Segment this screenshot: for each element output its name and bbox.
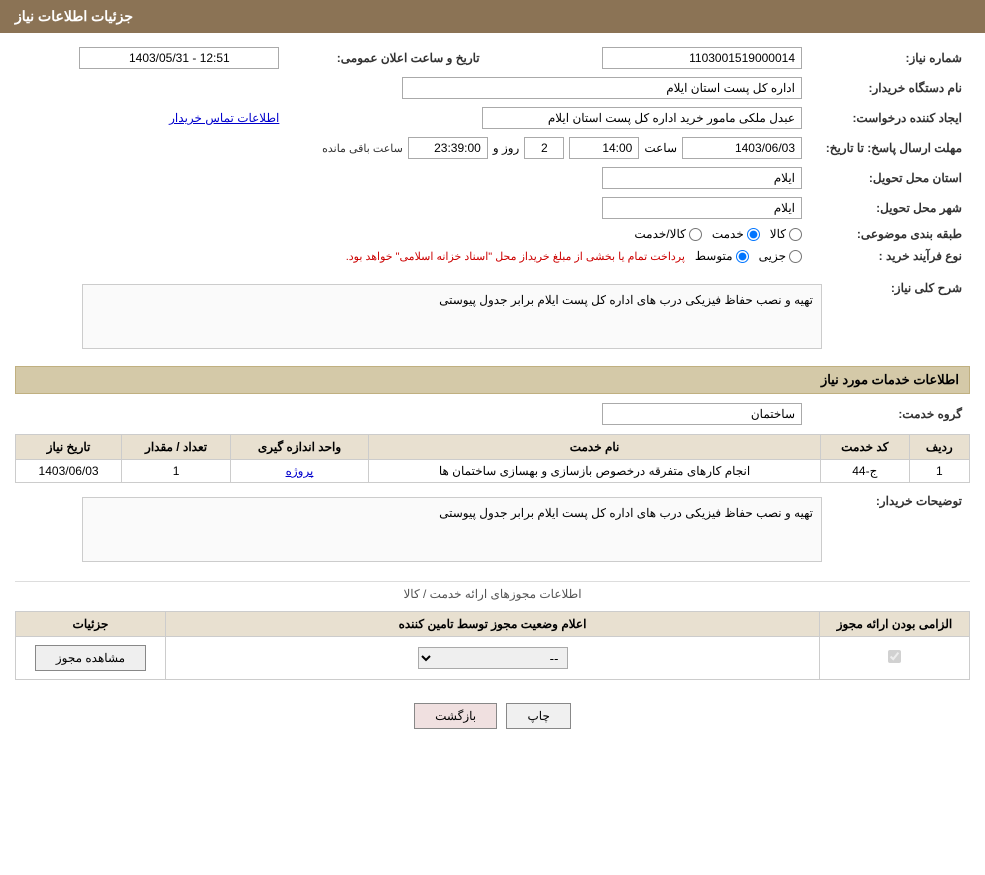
deadline-days-label: روز و — [493, 141, 520, 155]
category-kala-radio[interactable] — [789, 228, 802, 241]
services-table: ردیف کد خدمت نام خدمت واحد اندازه گیری ت… — [15, 434, 970, 483]
buyer-notes-label: توضیحات خریدار: — [830, 488, 970, 571]
proc-type-label: نوع فرآیند خرید : — [810, 245, 970, 267]
perm-col-detail: جزئیات — [16, 612, 166, 637]
deadline-time: 14:00 — [569, 137, 639, 159]
province-value: ایلام — [602, 167, 802, 189]
need-desc-table: شرح کلی نیاز: تهیه و نصب حفاظ فیزیکی درب… — [15, 275, 970, 358]
service-group-table: گروه خدمت: ساختمان — [15, 399, 970, 429]
need-desc-box: تهیه و نصب حفاظ فیزیکی درب های اداره کل … — [82, 284, 822, 349]
print-button[interactable]: چاپ — [506, 703, 570, 729]
category-kala-khadamat-radio[interactable] — [689, 228, 702, 241]
category-kala-khadamat-item: کالا/خدمت — [634, 227, 701, 241]
deadline-label: مهلت ارسال پاسخ: تا تاریخ: — [810, 133, 970, 163]
contact-link[interactable]: اطلاعات تماس خریدار — [169, 111, 279, 125]
need-number-value: 1103001519000014 — [538, 43, 810, 73]
back-button[interactable]: بازگشت — [414, 703, 497, 729]
proc-jozii-item: جزیی — [759, 249, 802, 263]
col-qty: تعداد / مقدار — [122, 435, 231, 460]
category-khadamat-item: خدمت — [712, 227, 760, 241]
col-name: نام خدمت — [369, 435, 821, 460]
category-kala-item: کالا — [770, 227, 802, 241]
created-by-label: ایجاد کننده درخواست: — [810, 103, 970, 133]
proc-motavasset-radio[interactable] — [736, 250, 749, 263]
footer-buttons: چاپ بازگشت — [15, 685, 970, 747]
perm-detail-cell: مشاهده مجوز — [16, 637, 166, 680]
deadline-remaining: 23:39:00 — [408, 137, 488, 159]
date-value: 1403/05/31 - 12:51 — [15, 43, 287, 73]
proc-jozii-radio[interactable] — [789, 250, 802, 263]
date-label: تاریخ و ساعت اعلان عمومی: — [287, 43, 487, 73]
service-group-value: ساختمان — [602, 403, 802, 425]
deadline-time-label: ساعت — [644, 141, 677, 155]
col-row: ردیف — [909, 435, 969, 460]
col-date: تاریخ نیاز — [16, 435, 122, 460]
perm-col-required: الزامی بودن ارائه مجوز — [820, 612, 970, 637]
service-group-label: گروه خدمت: — [810, 399, 970, 429]
need-number-label: شماره نیاز: — [810, 43, 970, 73]
perm-table-row: -- مشاهده مجوز — [16, 637, 970, 680]
header-title: جزئیات اطلاعات نیاز — [15, 8, 133, 24]
permissions-section-title: اطلاعات مجوزهای ارائه خدمت / کالا — [15, 581, 970, 606]
proc-motavasset-label: متوسط — [695, 249, 733, 263]
services-section-title: اطلاعات خدمات مورد نیاز — [15, 366, 970, 394]
perm-col-status: اعلام وضعیت مجوز توسط تامین کننده — [166, 612, 820, 637]
permissions-table: الزامی بودن ارائه مجوز اعلام وضعیت مجوز … — [15, 611, 970, 680]
cell-code: ج-44 — [821, 460, 910, 483]
city-label: شهر محل تحویل: — [810, 193, 970, 223]
view-permit-button[interactable]: مشاهده مجوز — [35, 645, 146, 671]
cell-name: انجام کارهای متفرقه درخصوص بازسازی و بهس… — [369, 460, 821, 483]
buyer-org-value: اداره کل پست استان ایلام — [15, 73, 810, 103]
category-group: کالا خدمت کالا/خدمت — [23, 227, 802, 241]
perm-status-select[interactable]: -- — [418, 647, 568, 669]
category-kala-label: کالا — [770, 227, 786, 241]
col-unit: واحد اندازه گیری — [230, 435, 368, 460]
proc-type-note: پرداخت تمام یا بخشی از مبلغ خریداز محل "… — [346, 250, 685, 263]
perm-required-checkbox — [888, 650, 901, 663]
created-by-value: عبدل ملکی مامور خرید اداره کل پست استان … — [287, 103, 810, 133]
cell-date: 1403/06/03 — [16, 460, 122, 483]
deadline-row: 1403/06/03 ساعت 14:00 2 روز و 23:39:00 س… — [23, 137, 802, 159]
deadline-date: 1403/06/03 — [682, 137, 802, 159]
need-desc-value: تهیه و نصب حفاظ فیزیکی درب های اداره کل … — [439, 293, 813, 307]
proc-type-group: جزیی متوسط پرداخت تمام یا بخشی از مبلغ خ… — [23, 249, 802, 263]
cell-unit: پروژه — [230, 460, 368, 483]
page-header: جزئیات اطلاعات نیاز — [0, 0, 985, 33]
buyer-notes-value: تهیه و نصب حفاظ فیزیکی درب های اداره کل … — [439, 506, 813, 520]
buyer-org-label: نام دستگاه خریدار: — [810, 73, 970, 103]
category-khadamat-radio[interactable] — [747, 228, 760, 241]
deadline-remaining-label: ساعت باقی مانده — [322, 142, 403, 155]
cell-row: 1 — [909, 460, 969, 483]
province-label: استان محل تحویل: — [810, 163, 970, 193]
need-desc-label: شرح کلی نیاز: — [830, 275, 970, 358]
perm-status-cell: -- — [166, 637, 820, 680]
table-row: 1 ج-44 انجام کارهای متفرقه درخصوص بازساز… — [16, 460, 970, 483]
category-kala-khadamat-label: کالا/خدمت — [634, 227, 685, 241]
city-value: ایلام — [602, 197, 802, 219]
category-label: طبقه بندی موضوعی: — [810, 223, 970, 245]
proc-jozii-label: جزیی — [759, 249, 786, 263]
buyer-notes-table: توضیحات خریدار: تهیه و نصب حفاظ فیزیکی د… — [15, 488, 970, 571]
main-info-table: شماره نیاز: 1103001519000014 تاریخ و ساع… — [15, 43, 970, 267]
cell-qty: 1 — [122, 460, 231, 483]
perm-required-cell — [820, 637, 970, 680]
buyer-notes-box: تهیه و نصب حفاظ فیزیکی درب های اداره کل … — [82, 497, 822, 562]
category-khadamat-label: خدمت — [712, 227, 744, 241]
col-code: کد خدمت — [821, 435, 910, 460]
proc-motavasset-item: متوسط — [695, 249, 749, 263]
deadline-days: 2 — [524, 137, 564, 159]
